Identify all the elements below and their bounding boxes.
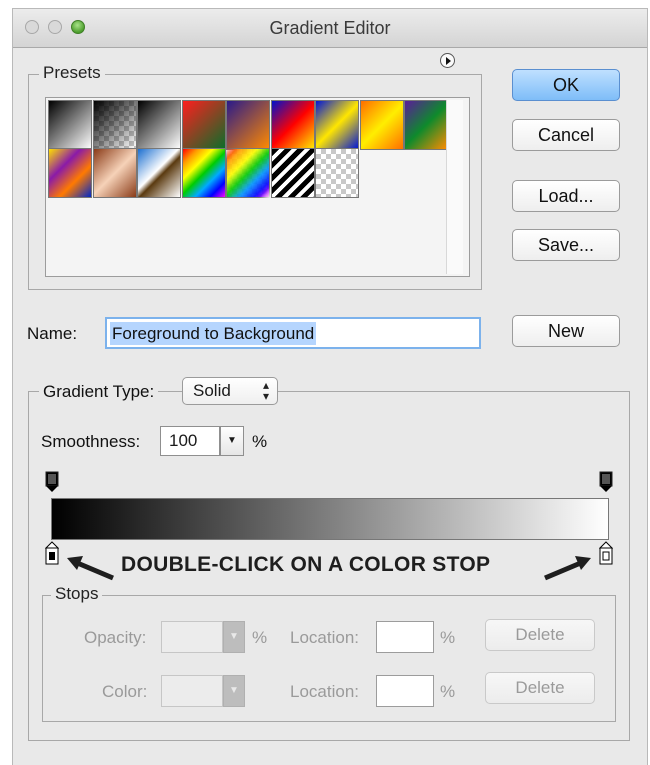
- name-field[interactable]: Foreground to Background: [105, 317, 481, 349]
- color-dropdown[interactable]: ▼: [223, 675, 245, 707]
- preset-swatch-blue-red-yellow[interactable]: [270, 100, 315, 150]
- presets-group: Presets: [28, 63, 482, 290]
- gradient-editor-window: Gradient Editor Presets OK Cancel Load..…: [12, 8, 648, 765]
- ok-button[interactable]: OK: [512, 69, 620, 101]
- smoothness-label: Smoothness:: [41, 432, 141, 451]
- preset-swatch-transparent-stripes[interactable]: [270, 148, 315, 198]
- preset-swatch-red-green[interactable]: [181, 100, 226, 150]
- opacity-stop-right[interactable]: [599, 471, 613, 493]
- preset-swatch-violet-orange[interactable]: [226, 100, 270, 150]
- smoothness-dropdown[interactable]: ▼: [220, 426, 244, 456]
- presets-scrollbar[interactable]: [446, 100, 463, 274]
- location-unit-opacity: %: [440, 628, 456, 647]
- name-label: Name:: [27, 324, 78, 343]
- color-swatch-field[interactable]: [161, 675, 223, 707]
- preset-swatch-copper[interactable]: [92, 148, 137, 198]
- preset-swatch-transparent-rainbow[interactable]: [226, 148, 270, 198]
- opacity-unit: %: [252, 628, 268, 647]
- save-button[interactable]: Save...: [512, 229, 620, 261]
- preset-swatch-foreground-to-transparent[interactable]: [92, 100, 137, 150]
- preset-swatch-orange-yellow-orange[interactable]: [359, 100, 404, 150]
- smoothness-field[interactable]: 100: [160, 426, 220, 456]
- delete-color-stop-button[interactable]: Delete: [485, 672, 595, 704]
- new-button[interactable]: New: [512, 315, 620, 347]
- stops-legend: Stops: [51, 584, 103, 604]
- delete-opacity-stop-button[interactable]: Delete: [485, 619, 595, 651]
- gradient-preview-bar[interactable]: [51, 498, 609, 540]
- gradient-type-label: Gradient Type:: [39, 382, 159, 402]
- presets-list: [45, 97, 470, 277]
- opacity-label: Opacity:: [84, 628, 147, 647]
- presets-menu-icon[interactable]: [440, 53, 455, 68]
- name-value: Foreground to Background: [110, 322, 317, 345]
- opacity-field[interactable]: [161, 621, 223, 653]
- title-bar: Gradient Editor: [13, 9, 647, 48]
- location-unit-color: %: [440, 682, 456, 701]
- stops-group: Stops Opacity: ▼ % Location: % Delete Co…: [42, 584, 616, 722]
- location-field-opacity[interactable]: [376, 621, 434, 653]
- arrow-right-icon: [544, 556, 591, 581]
- preset-swatch-black-white[interactable]: [137, 100, 181, 150]
- color-label: Color:: [102, 682, 148, 701]
- preset-swatch-foreground-to-background[interactable]: [48, 100, 92, 150]
- preset-swatch-spectrum[interactable]: [181, 148, 226, 198]
- instruction-text: DOUBLE-CLICK ON A COLOR STOP: [121, 553, 491, 576]
- gradient-type-select[interactable]: Solid ▴ ▾: [182, 377, 278, 405]
- preset-swatch-chrome[interactable]: [137, 148, 181, 198]
- location-label-color: Location:: [290, 682, 359, 701]
- opacity-stop-left[interactable]: [45, 471, 59, 493]
- preset-swatch-violet-green-orange[interactable]: [404, 100, 448, 150]
- chevron-down-icon: ▾: [262, 389, 269, 403]
- cancel-button[interactable]: Cancel: [512, 119, 620, 151]
- color-stop-right[interactable]: [599, 541, 613, 565]
- preset-swatch-yellow-violet-orange-blue[interactable]: [48, 148, 92, 198]
- load-button[interactable]: Load...: [512, 180, 620, 212]
- smoothness-unit: %: [252, 432, 268, 451]
- arrow-left-icon: [67, 556, 114, 581]
- gradient-type-value: Solid: [193, 381, 231, 400]
- presets-legend: Presets: [39, 63, 105, 83]
- preset-swatch-blue-yellow-blue[interactable]: [315, 100, 359, 150]
- window-title: Gradient Editor: [269, 18, 391, 38]
- location-label-opacity: Location:: [290, 628, 359, 647]
- preset-swatch-transparent[interactable]: [315, 148, 359, 198]
- color-stop-left[interactable]: [45, 541, 59, 565]
- opacity-dropdown[interactable]: ▼: [223, 621, 245, 653]
- location-field-color[interactable]: [376, 675, 434, 707]
